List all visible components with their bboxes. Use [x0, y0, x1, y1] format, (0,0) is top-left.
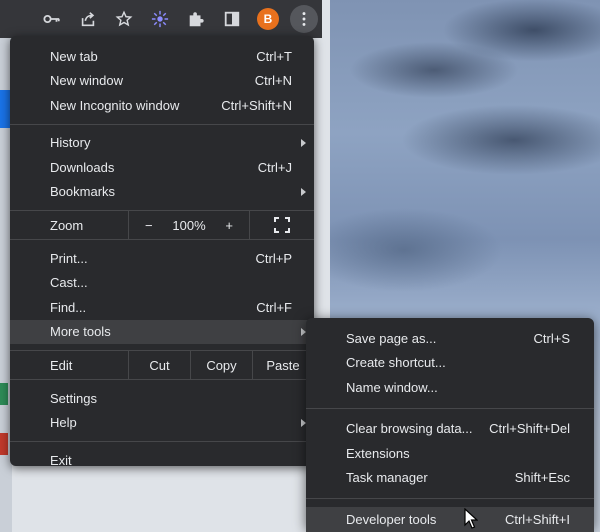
browser-toolbar: B — [0, 0, 322, 38]
chrome-main-menu: New tab Ctrl+T New window Ctrl+N New Inc… — [10, 36, 314, 468]
submenu-arrow-icon — [301, 187, 306, 196]
zoom-in-button[interactable]: + — [225, 218, 233, 233]
fullscreen-icon — [274, 217, 290, 233]
menu-item-new-tab[interactable]: New tab Ctrl+T — [10, 44, 314, 69]
fullscreen-button[interactable] — [250, 217, 314, 233]
zoom-out-button[interactable]: − — [145, 218, 153, 233]
edit-control: Edit Cut Copy Paste — [10, 350, 314, 380]
menu-item-extensions[interactable]: Extensions — [306, 441, 594, 466]
profile-avatar[interactable]: B — [254, 5, 282, 33]
key-icon[interactable] — [38, 5, 66, 33]
zoom-level: 100% — [172, 217, 206, 233]
share-icon[interactable] — [74, 5, 102, 33]
menu-item-save-page-as[interactable]: Save page as... Ctrl+S — [306, 326, 594, 351]
more-vert-icon — [302, 12, 306, 26]
menu-item-history[interactable]: History — [10, 131, 314, 156]
menu-item-exit[interactable]: Exit — [10, 448, 314, 473]
menu-item-bookmarks[interactable]: Bookmarks — [10, 180, 314, 205]
menu-divider — [10, 441, 314, 442]
menu-divider — [10, 123, 314, 125]
paste-button[interactable]: Paste — [252, 350, 313, 380]
submenu-arrow-icon — [301, 138, 306, 147]
menu-item-settings[interactable]: Settings — [10, 386, 314, 411]
menu-item-create-shortcut[interactable]: Create shortcut... — [306, 351, 594, 376]
menu-item-cast[interactable]: Cast... — [10, 271, 314, 296]
more-tools-submenu: Save page as... Ctrl+S Create shortcut..… — [306, 318, 594, 532]
menu-item-more-tools[interactable]: More tools — [10, 319, 314, 344]
menu-item-downloads[interactable]: Downloads Ctrl+J — [10, 155, 314, 180]
menu-item-task-manager[interactable]: Task manager Shift+Esc — [306, 466, 594, 491]
extension-burst-icon[interactable] — [146, 5, 174, 33]
puzzle-icon[interactable] — [182, 5, 210, 33]
star-icon[interactable] — [110, 5, 138, 33]
cut-button[interactable]: Cut — [128, 350, 190, 380]
zoom-control: Zoom − 100% + — [10, 210, 314, 240]
menu-item-name-window[interactable]: Name window... — [306, 375, 594, 400]
menu-divider — [306, 498, 594, 499]
menu-item-help[interactable]: Help — [10, 411, 314, 436]
menu-item-clear-browsing-data[interactable]: Clear browsing data... Ctrl+Shift+Del — [306, 417, 594, 442]
chrome-menu-button[interactable] — [290, 5, 318, 33]
copy-button[interactable]: Copy — [190, 350, 252, 380]
mouse-cursor-icon — [464, 508, 478, 529]
side-panel-icon[interactable] — [218, 5, 246, 33]
menu-divider — [306, 407, 594, 409]
menu-item-new-incognito-window[interactable]: New Incognito window Ctrl+Shift+N — [10, 93, 314, 118]
menu-item-print[interactable]: Print... Ctrl+P — [10, 246, 314, 271]
menu-item-new-window[interactable]: New window Ctrl+N — [10, 69, 314, 94]
avatar: B — [257, 8, 279, 30]
menu-item-developer-tools[interactable]: Developer tools Ctrl+Shift+I — [306, 507, 594, 532]
menu-item-find[interactable]: Find... Ctrl+F — [10, 295, 314, 320]
